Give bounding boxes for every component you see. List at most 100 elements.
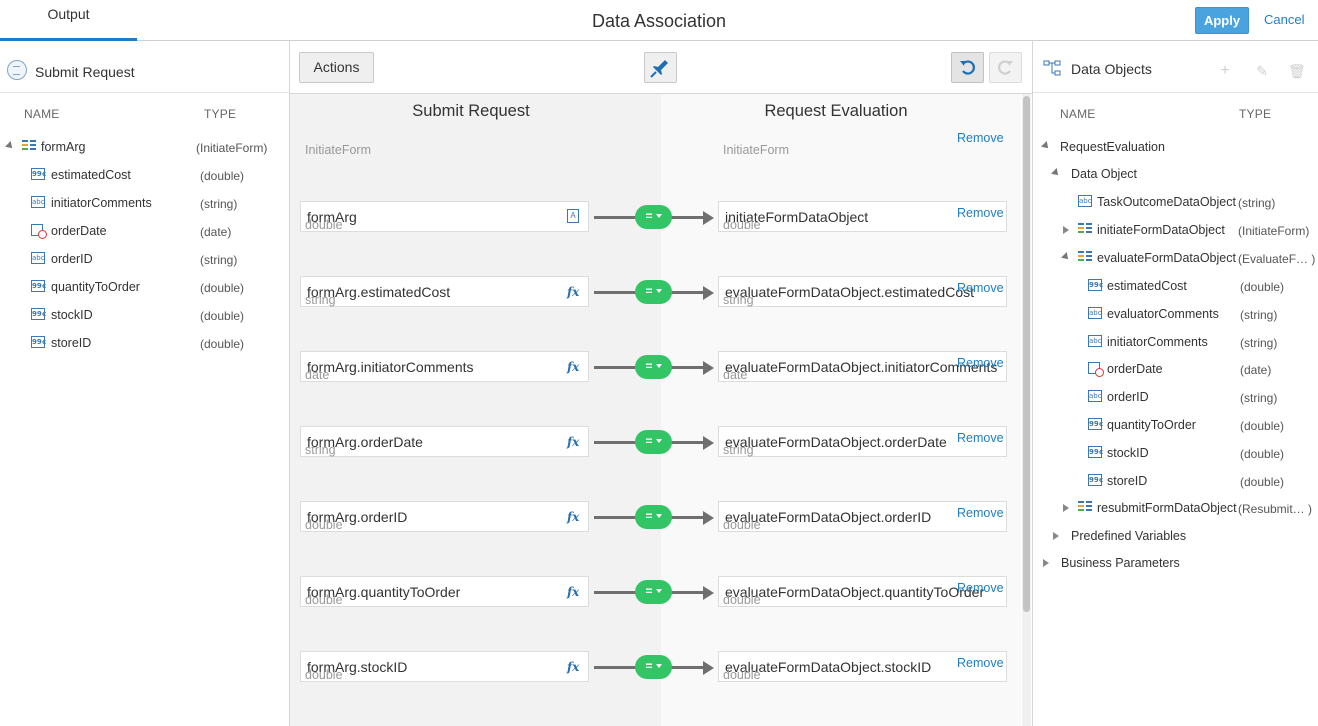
remove-link[interactable]: Remove: [957, 506, 1004, 520]
cancel-button[interactable]: Cancel: [1264, 12, 1304, 27]
header-bar: Output Data Association Apply Cancel: [0, 0, 1318, 41]
tree-item-label: Business Parameters: [1061, 556, 1180, 570]
tree-item[interactable]: abc initiatorComments (string): [1033, 328, 1318, 356]
number-icon: 99¢: [31, 336, 47, 348]
redo-icon: [998, 60, 1013, 75]
tree-item[interactable]: abc evaluatorComments (string): [1033, 300, 1318, 328]
tree-item-business-parameters[interactable]: Business Parameters: [1033, 549, 1318, 577]
tree-item-predefined-variables[interactable]: Predefined Variables: [1033, 522, 1318, 550]
source-type-label: InitiateForm: [305, 143, 371, 157]
tree-item-formArg[interactable]: formArg (InitiateForm): [0, 133, 289, 161]
expand-icon[interactable]: [1063, 226, 1069, 234]
vertical-scrollbar[interactable]: [1022, 94, 1031, 726]
remove-link[interactable]: Remove: [957, 131, 1004, 145]
collapse-icon[interactable]: [1041, 141, 1051, 151]
expression-icon[interactable]: fx: [567, 285, 579, 299]
source-expression-field[interactable]: formArg.quantityToOrder: [300, 576, 589, 607]
expression-icon[interactable]: fx: [567, 660, 579, 674]
tree-item-type: (string): [1240, 307, 1278, 322]
tree-item[interactable]: abc initiatorComments (string): [0, 189, 289, 217]
source-expression-field[interactable]: formArg: [300, 201, 589, 232]
chevron-down-icon: [655, 664, 662, 668]
expand-icon[interactable]: [1053, 532, 1059, 540]
source-expression-field[interactable]: formArg.initiatorComments: [300, 351, 589, 382]
tree-item-task-outcome[interactable]: abc TaskOutcomeDataObject (string): [1033, 188, 1318, 216]
operator-button[interactable]: =: [635, 355, 672, 379]
data-objects-icon: [1043, 60, 1061, 76]
page-title: Data Association: [591, 11, 727, 31]
tree-item[interactable]: 99¢ storeID (double): [0, 329, 289, 357]
tree-item-label: evaluatorComments: [1107, 306, 1219, 321]
expression-icon[interactable]: fx: [567, 435, 579, 449]
remove-link[interactable]: Remove: [957, 581, 1004, 595]
remove-link[interactable]: Remove: [957, 431, 1004, 445]
add-icon[interactable]: +: [1217, 63, 1233, 79]
delete-icon[interactable]: 🗑: [1288, 63, 1306, 79]
tree-item[interactable]: orderDate (date): [0, 217, 289, 245]
target-type-label: InitiateForm: [723, 143, 789, 157]
source-expression-field[interactable]: formArg.orderID: [300, 501, 589, 532]
tree-item[interactable]: 99¢ quantityToOrder (double): [0, 273, 289, 301]
tree-item-type: (Resubmit… ): [1238, 502, 1313, 516]
expression-icon[interactable]: fx: [567, 510, 579, 524]
remove-link[interactable]: Remove: [957, 656, 1004, 670]
redo-button[interactable]: [989, 52, 1022, 83]
collapse-icon[interactable]: [5, 141, 15, 151]
apply-button[interactable]: Apply: [1195, 7, 1249, 34]
operator-button[interactable]: =: [635, 430, 672, 454]
number-icon: 99¢: [1088, 445, 1104, 458]
operator-button[interactable]: =: [635, 655, 672, 679]
tree-item[interactable]: 99¢ stockID (double): [0, 301, 289, 329]
remove-link[interactable]: Remove: [957, 281, 1004, 295]
source-expression-field[interactable]: formArg.orderDate: [300, 426, 589, 457]
operator-button[interactable]: =: [635, 205, 672, 229]
tree-item-type: (double): [1240, 419, 1285, 433]
mapping-toolbar: Actions: [290, 41, 1032, 94]
source-panel-header: Submit Request: [0, 41, 289, 93]
pin-icon: [650, 60, 668, 78]
tree-item[interactable]: orderDate (date): [1033, 355, 1318, 383]
tree-item-label: initiateFormDataObject: [1097, 223, 1225, 237]
collapse-icon[interactable]: [1051, 168, 1061, 178]
expand-icon[interactable]: [1063, 504, 1069, 512]
tree-item-evaluate-form[interactable]: evaluateFormDataObject (EvaluateF… ): [1033, 244, 1318, 272]
tree-item-label: stockID: [1107, 445, 1149, 460]
tree-item-request-evaluation[interactable]: RequestEvaluation: [1033, 133, 1318, 161]
tree-item[interactable]: abc orderID (string): [0, 245, 289, 273]
expression-icon[interactable]: fx: [567, 585, 579, 599]
remove-link[interactable]: Remove: [957, 206, 1004, 220]
expand-icon[interactable]: [1043, 559, 1049, 567]
tree-item-label: quantityToOrder: [1107, 418, 1196, 432]
tree-item[interactable]: 99¢ estimatedCost (double): [1033, 272, 1318, 300]
tree-item[interactable]: 99¢ storeID (double): [1033, 467, 1318, 495]
undo-button[interactable]: [951, 52, 984, 83]
expression-icon[interactable]: fx: [567, 360, 579, 374]
tree-item-type: (string): [1238, 196, 1276, 210]
tree-item[interactable]: 99¢ quantityToOrder (double): [1033, 411, 1318, 439]
operator-button[interactable]: =: [635, 505, 672, 529]
operator-button[interactable]: =: [635, 580, 672, 604]
actions-button[interactable]: Actions: [299, 52, 374, 83]
tree-item[interactable]: 99¢ stockID (double): [1033, 439, 1318, 467]
edit-icon[interactable]: ✎: [1254, 63, 1270, 79]
tree-item[interactable]: abc orderID (string): [1033, 383, 1318, 411]
auto-map-button[interactable]: [644, 52, 677, 83]
scrollbar-thumb[interactable]: [1023, 96, 1030, 612]
number-icon: 99¢: [1088, 473, 1104, 486]
tree-item-resubmit-form[interactable]: resubmitFormDataObject (Resubmit… ): [1033, 494, 1318, 522]
collapse-icon[interactable]: [1061, 252, 1071, 262]
tree-item-initiate-form[interactable]: initiateFormDataObject (InitiateForm): [1033, 216, 1318, 244]
source-expression-field[interactable]: formArg.stockID: [300, 651, 589, 682]
tree-item-type: (InitiateForm): [196, 141, 268, 155]
arrow-head-icon: [703, 360, 714, 375]
form-document-icon[interactable]: A: [567, 209, 579, 223]
operator-button[interactable]: =: [635, 280, 672, 304]
remove-link[interactable]: Remove: [957, 356, 1004, 370]
source-expression-field[interactable]: formArg.estimatedCost: [300, 276, 589, 307]
tree-item-data-object[interactable]: Data Object: [1033, 160, 1318, 188]
chevron-down-icon: [655, 364, 662, 368]
source-type-label: date: [305, 368, 330, 382]
tree-item-label: formArg: [41, 140, 86, 154]
number-icon: 99¢: [31, 280, 47, 292]
tree-item[interactable]: 99¢ estimatedCost (double): [0, 161, 289, 189]
